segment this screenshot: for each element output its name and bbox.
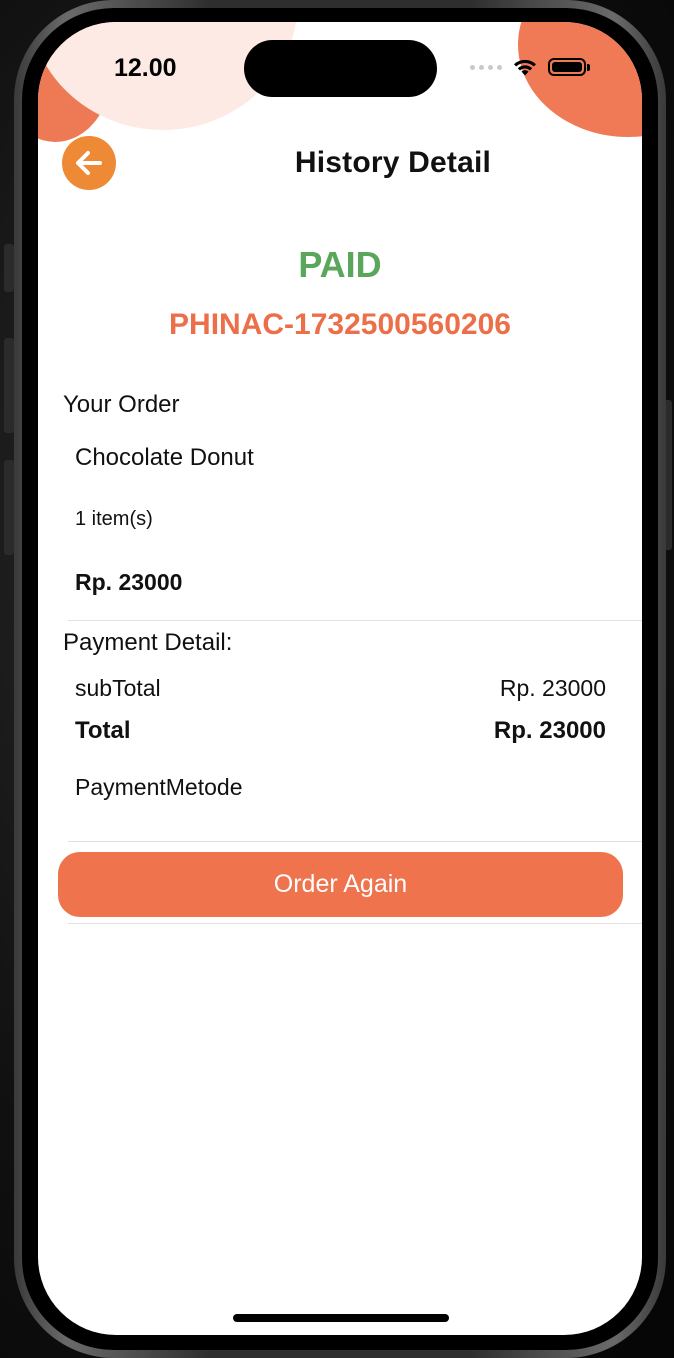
home-indicator[interactable]	[233, 1314, 449, 1322]
dynamic-island	[244, 40, 437, 97]
subtotal-label: subTotal	[75, 675, 161, 701]
order-divider	[68, 620, 642, 621]
page-title: History Detail	[294, 146, 492, 179]
footer-divider	[68, 923, 642, 924]
app-screen: 12.00 History Detail PAID PHINAC-1732500…	[38, 22, 642, 1335]
signal-icon	[470, 64, 502, 70]
payment-detail-label: Payment Detail:	[63, 629, 233, 656]
device-stage: 12.00 History Detail PAID PHINAC-1732500…	[0, 0, 674, 1358]
payment-divider	[68, 841, 642, 842]
volume-up-button	[4, 338, 14, 433]
arrow-left-icon	[76, 151, 102, 175]
subtotal-row: subTotal Rp. 23000	[75, 675, 606, 702]
order-again-button[interactable]: Order Again	[58, 852, 623, 917]
total-value: Rp. 23000	[493, 717, 606, 744]
payment-method-label: PaymentMetode	[75, 774, 243, 800]
action-button	[4, 244, 14, 292]
wifi-icon	[514, 59, 536, 76]
decor-blob-right	[518, 22, 642, 137]
order-item-price: Rp. 23000	[75, 569, 183, 595]
order-item-name: Chocolate Donut	[75, 444, 254, 471]
your-order-label: Your Order	[63, 391, 180, 418]
battery-icon	[548, 58, 590, 76]
back-button[interactable]	[62, 136, 116, 190]
status-icons	[470, 57, 590, 77]
order-id: PHINAC-1732500560206	[169, 308, 511, 341]
order-item-quantity: 1 item(s)	[75, 508, 153, 530]
order-status-label: PAID	[298, 244, 382, 285]
total-row: Total Rp. 23000	[75, 717, 606, 745]
total-label: Total	[75, 717, 131, 744]
status-time: 12.00	[114, 54, 177, 82]
volume-down-button	[4, 460, 14, 555]
subtotal-value: Rp. 23000	[499, 675, 606, 701]
